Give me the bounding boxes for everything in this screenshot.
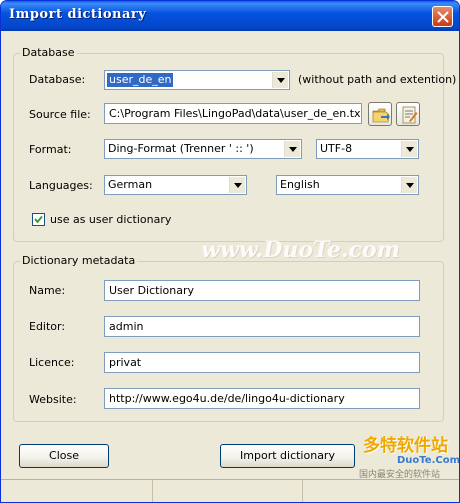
language-to-arrow[interactable] [401,177,417,193]
chevron-down-icon [406,183,414,188]
website-input[interactable]: http://www.ego4u.de/de/lingo4u-dictionar… [104,388,420,409]
edit-file-button[interactable] [396,102,420,126]
chevron-down-icon [406,147,414,152]
use-as-user-dictionary-label[interactable]: use as user dictionary [50,213,171,226]
database-select-arrow[interactable] [272,72,288,88]
language-from-select[interactable]: German [104,175,247,195]
edit-file-icon [402,106,418,124]
window-title: Import dictionary [9,7,147,22]
database-hint: (without path and extention) [298,73,457,86]
source-file-label: Source file: [29,108,91,121]
source-file-input[interactable]: C:\Program Files\LingoPad\data\user_de_e… [104,103,362,124]
format-select[interactable]: Ding-Format (Trenner ' :: ') [104,139,302,159]
licence-input[interactable]: privat [104,352,420,373]
import-dictionary-button[interactable]: Import dictionary [220,444,355,468]
watermark-logo-en: DuoTe.Com [397,455,460,466]
status-bar-section [153,480,303,502]
close-icon [437,11,449,23]
encoding-select-arrow[interactable] [401,141,417,157]
watermark-logo: 多特软件站 DuoTe.Com 国内最安全的软件站 [359,431,460,480]
editor-input[interactable]: admin [104,316,420,337]
use-as-user-dictionary-checkbox[interactable] [32,213,45,226]
language-to-value: English [280,178,320,191]
language-to-select[interactable]: English [276,175,419,195]
browse-file-button[interactable] [368,102,392,126]
status-bar [1,479,459,502]
chevron-down-icon [234,183,242,188]
format-select-value: Ding-Format (Trenner ' :: ') [108,142,254,155]
chevron-down-icon [277,78,285,83]
title-bar[interactable]: Import dictionary [1,1,459,31]
database-select[interactable]: user_de_en [104,70,290,90]
status-bar-section [1,480,153,502]
database-label: Database: [29,73,86,86]
languages-label: Languages: [29,179,93,192]
check-icon [34,215,43,224]
dictionary-metadata-legend: Dictionary metadata [20,254,138,267]
format-label: Format: [29,143,72,156]
format-select-arrow[interactable] [284,141,300,157]
chevron-down-icon [289,147,297,152]
editor-label: Editor: [29,320,66,333]
language-from-arrow[interactable] [229,177,245,193]
website-label: Website: [29,393,77,406]
encoding-select-value: UTF-8 [320,142,353,155]
licence-label: Licence: [29,356,75,369]
window-close-button[interactable] [432,6,453,27]
close-button[interactable]: Close [19,444,109,468]
name-input[interactable]: User Dictionary [104,280,420,301]
name-label: Name: [29,284,66,297]
encoding-select[interactable]: UTF-8 [316,139,419,159]
watermark-logo-cn: 多特软件站 [363,436,448,456]
language-from-value: German [108,178,153,191]
import-dictionary-window: Import dictionary Database Database: use… [0,0,460,503]
database-group-legend: Database [20,46,77,59]
open-folder-icon [372,108,390,123]
database-select-value: user_de_en [107,73,174,87]
